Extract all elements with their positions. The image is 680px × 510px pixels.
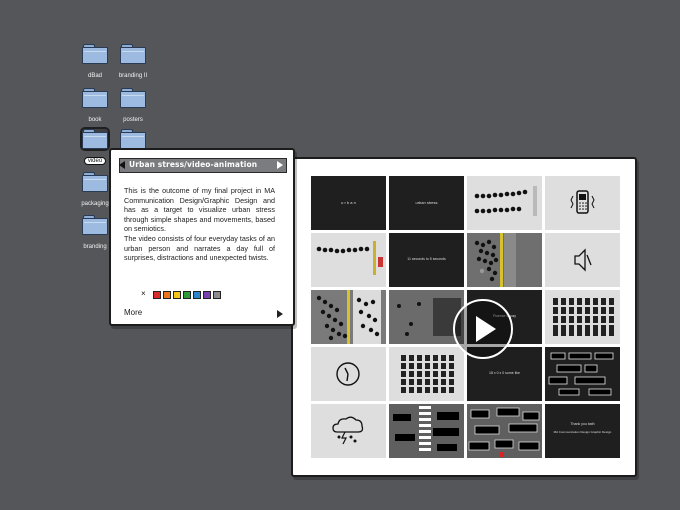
phone-vibrate-icon: [570, 190, 595, 214]
thumbnail: [467, 233, 542, 287]
traffic-blocks-graphic: [467, 404, 542, 458]
folder-label: posters: [123, 117, 143, 123]
grid-pattern-graphic: [389, 355, 464, 393]
thumbnail: [545, 290, 620, 344]
play-icon[interactable]: [453, 299, 513, 359]
thumbnail: [311, 347, 386, 401]
color-swatch[interactable]: [163, 291, 171, 299]
crowd-graphic: [311, 290, 386, 344]
folder-hidden[interactable]: [109, 129, 157, 149]
thumbnail: [467, 176, 542, 230]
more-link[interactable]: More: [124, 308, 142, 317]
close-icon[interactable]: ×: [141, 289, 146, 298]
thumbnail: [311, 290, 386, 344]
project-title: Urban stress/video-animation: [129, 160, 258, 169]
project-description: This is the outcome of my final project …: [124, 186, 275, 263]
cloud-rain-icon: [332, 416, 364, 445]
thumbnail: [389, 404, 464, 458]
more-arrow-icon[interactable]: [277, 310, 283, 318]
folder-label: dBad: [87, 73, 102, 79]
speaker-mute-icon: [574, 248, 592, 272]
folder-posters[interactable]: posters: [109, 88, 157, 126]
thumbnail-caption: MA Communication Design Graphic Design: [553, 430, 612, 434]
folder-label: video: [83, 157, 107, 165]
thumbnail: urban stress: [389, 176, 464, 230]
thumbnail: [389, 290, 464, 344]
play-arrow-icon[interactable]: [277, 161, 283, 169]
video-thumbnail-grid[interactable]: u r b a n urban stress 11 seconds to 5 s…: [311, 176, 621, 458]
folder-label: book: [88, 117, 102, 123]
color-swatch[interactable]: [173, 291, 181, 299]
folder-label: branding II: [118, 73, 148, 79]
crowd-graphic: [467, 233, 542, 287]
color-swatch[interactable]: [193, 291, 201, 299]
color-swatch[interactable]: [203, 291, 211, 299]
thumbnail: [545, 233, 620, 287]
thumbnail: Thank you bath MA Communication Design G…: [545, 404, 620, 458]
grid-pattern-graphic: [545, 298, 620, 336]
thumbnail: [545, 347, 620, 401]
crosswalk-graphic: [389, 404, 464, 458]
folder-label: branding: [83, 244, 107, 250]
folder-icon: [82, 172, 108, 192]
folder-icon: [120, 44, 146, 64]
thumbnail: 11 seconds to 5 seconds: [389, 233, 464, 287]
color-swatch[interactable]: [183, 291, 191, 299]
folder-icon: [82, 215, 108, 235]
description-paragraph: The video consists of four everyday task…: [124, 233, 275, 263]
thumbnail-caption: 18 x 0 x 0 some like: [489, 371, 520, 375]
thumbnail: u r b a n: [311, 176, 386, 230]
thumbnail: [311, 233, 386, 287]
color-swatch[interactable]: [153, 291, 161, 299]
thumbnail-caption: urban stress: [415, 200, 438, 205]
dots-graphic: [316, 241, 383, 275]
clock-icon: [336, 362, 360, 386]
folder-branding-ii[interactable]: branding II: [109, 44, 157, 82]
folder-icon: [120, 88, 146, 108]
folder-icon: [120, 129, 146, 149]
thumbnail: [311, 404, 386, 458]
thumbnail-caption: u r b a n: [341, 200, 356, 205]
thumbnail: [389, 347, 464, 401]
description-paragraph: This is the outcome of my final project …: [124, 186, 275, 234]
color-swatch[interactable]: [213, 291, 221, 299]
folder-label: packaging: [81, 201, 109, 207]
video-window: u r b a n urban stress 11 seconds to 5 s…: [291, 157, 637, 477]
info-header: Urban stress/video-animation: [119, 158, 287, 173]
scatter-graphic: [389, 290, 464, 344]
project-info-panel: Urban stress/video-animation This is the…: [109, 148, 295, 326]
folder-icon: [82, 88, 108, 108]
thumbnail: [467, 404, 542, 458]
folder-icon: [82, 44, 108, 64]
blocks-graphic: [548, 352, 614, 396]
thumbnail: [545, 176, 620, 230]
back-arrow-icon[interactable]: [119, 161, 125, 169]
dots-graphic: [474, 186, 537, 216]
thumbnail-caption: 11 seconds to 5 seconds: [407, 257, 446, 261]
thumbnail-caption: Thank you bath: [570, 422, 595, 426]
folder-icon: [80, 127, 110, 151]
